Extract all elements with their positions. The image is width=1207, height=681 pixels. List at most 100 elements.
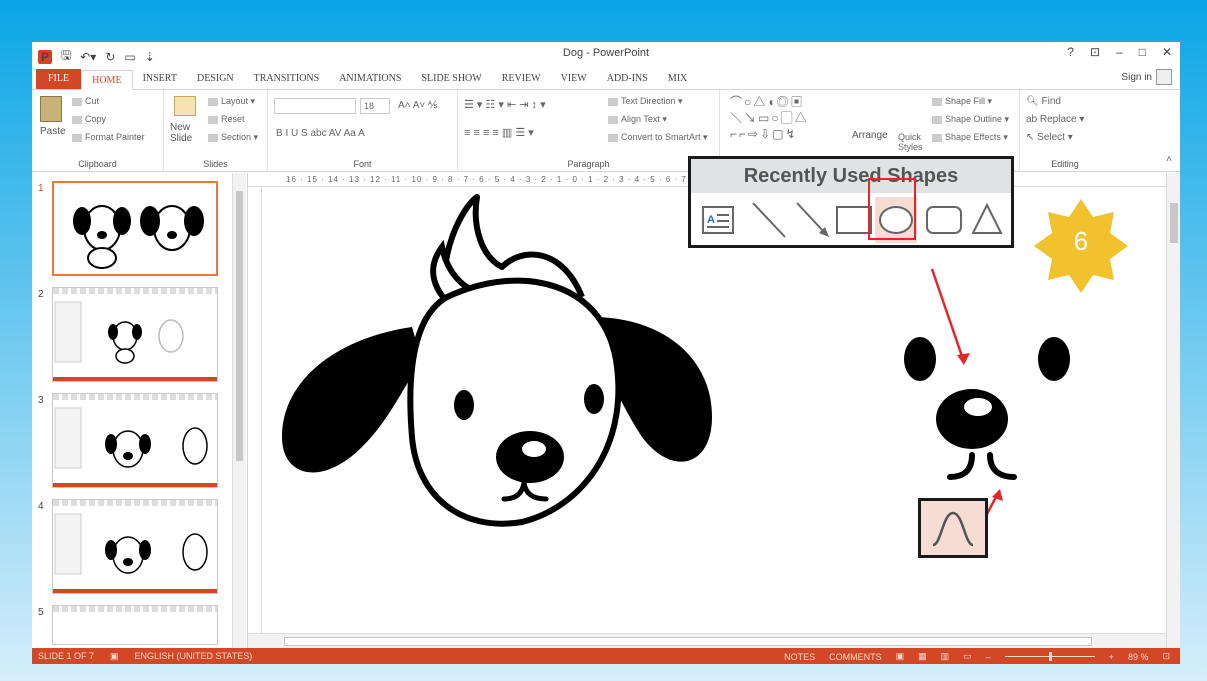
arrow-icon[interactable] [796, 202, 829, 237]
slide-canvas[interactable] [262, 187, 1162, 633]
shape-outline-button[interactable]: Shape Outline ▾ [932, 114, 1009, 125]
part-nose [936, 389, 1008, 449]
slide-number: 3 [38, 395, 44, 406]
clipboard-label: Clipboard [78, 159, 117, 169]
new-slide-icon[interactable] [174, 96, 196, 116]
part-mouth [947, 452, 1017, 480]
editing-group: 🔍︎ Find ab Replace ▾ ↖ Select ▾ Editing [1020, 90, 1110, 172]
slide-thumbnail-5[interactable] [52, 605, 218, 645]
font-family-select[interactable] [274, 98, 356, 114]
convert-smartart-button[interactable]: Convert to SmartArt ▾ [608, 132, 708, 143]
tab-design[interactable]: DESIGN [187, 69, 244, 89]
tab-home[interactable]: HOME [81, 70, 133, 90]
help-button[interactable]: ? [1067, 45, 1074, 59]
triangle-icon[interactable] [971, 202, 1003, 234]
cut-button[interactable]: Cut [72, 96, 99, 106]
tab-slide-show[interactable]: SLIDE SHOW [411, 69, 491, 89]
list-buttons[interactable]: ☰ ▾ ☷ ▾ ⇤ ⇥ ↕ ▾ [464, 98, 546, 111]
fit-slide-icon[interactable]: ⊡ [1162, 651, 1170, 662]
slide-thumbnail-1[interactable] [52, 181, 218, 276]
quick-styles-button[interactable]: Quick Styles [898, 132, 926, 152]
line-icon[interactable] [752, 202, 786, 238]
ribbon-tabs: FILE HOME INSERT DESIGN TRANSITIONS ANIM… [32, 66, 1180, 90]
zoom-slider-knob[interactable] [1048, 652, 1052, 661]
text-box-icon[interactable]: A [702, 206, 734, 234]
shapes-gallery[interactable]: ⌒○△◖◎▣ ＼↘▭○▢△ ⌐⌐⇨⇩▢↯ [730, 94, 840, 142]
comments-button[interactable]: COMMENTS [829, 652, 882, 662]
sign-in[interactable]: Sign in [1121, 69, 1172, 85]
shape-effects-label: Shape Effects [945, 132, 1001, 142]
slideshow-icon[interactable]: ▭ [963, 651, 972, 662]
maximize-button[interactable]: □ [1139, 45, 1146, 59]
reset-button[interactable]: Reset [208, 114, 245, 124]
align-text-button[interactable]: Align Text ▾ [608, 114, 667, 125]
rounded-rectangle-icon[interactable] [926, 206, 962, 234]
slides-group: New Slide Layout ▾ Reset Section ▾ Slide… [164, 90, 268, 172]
curve-icon[interactable] [921, 501, 985, 555]
collapse-ribbon-icon[interactable]: ˄ [1166, 154, 1172, 165]
slide-thumbnail-4[interactable] [52, 499, 218, 594]
close-button[interactable]: ✕ [1162, 45, 1172, 59]
font-size-select[interactable]: 18 [360, 98, 390, 114]
slide-number: 5 [38, 607, 44, 618]
tab-add-ins[interactable]: ADD-INS [597, 69, 658, 89]
new-slide-button[interactable]: New Slide [170, 122, 204, 144]
section-button[interactable]: Section ▾ [208, 132, 258, 143]
zoom-level[interactable]: 89 % [1128, 652, 1149, 662]
powerpoint-window: P 🖫 ↶▾ ↻ ▭ ⇣ Dog - PowerPoint ? ⊡ – □ ✕ … [32, 42, 1180, 664]
arrange-button[interactable]: Arrange [852, 130, 888, 141]
rectangle-icon[interactable] [836, 206, 872, 234]
copy-button[interactable]: Copy [72, 114, 106, 124]
tab-animations[interactable]: ANIMATIONS [329, 69, 411, 89]
alignment-buttons[interactable]: ≡ ≡ ≡ ≡ ▥ ☰ ▾ [464, 126, 534, 139]
text-direction-label: Text Direction [621, 96, 676, 106]
language-indicator[interactable]: ENGLISH (UNITED STATES) [135, 651, 253, 662]
thumb-toolbar [53, 394, 217, 400]
paste-icon[interactable] [40, 96, 62, 122]
zoom-out-button[interactable]: – [986, 652, 991, 662]
font-style-buttons[interactable]: B I U S abc AV Aa A [276, 128, 365, 139]
minimize-button[interactable]: – [1116, 45, 1123, 59]
grow-shrink-font-buttons[interactable]: A˄ A˅ ⅍ [398, 100, 437, 111]
horizontal-scrollbar[interactable] [248, 633, 1166, 648]
text-direction-button[interactable]: Text Direction ▾ [608, 96, 683, 107]
layout-button[interactable]: Layout ▾ [208, 96, 255, 107]
tab-mix[interactable]: MIX [658, 69, 697, 89]
arrow-head [957, 353, 970, 365]
fill-bucket-icon [932, 97, 942, 106]
tab-file[interactable]: FILE [36, 69, 82, 89]
find-button[interactable]: 🔍︎ Find [1026, 96, 1061, 107]
slide-sorter-icon[interactable]: ▦ [918, 651, 927, 662]
replace-button[interactable]: ab Replace ▾ [1026, 114, 1084, 125]
zoom-in-button[interactable]: + [1109, 652, 1114, 662]
spell-check-icon[interactable]: ▣ [110, 651, 119, 662]
notes-button[interactable]: NOTES [784, 652, 815, 662]
tab-review[interactable]: REVIEW [492, 69, 551, 89]
paste-button[interactable]: Paste [40, 126, 66, 137]
vertical-scrollbar[interactable] [1166, 173, 1180, 648]
slide-thumbnail-2[interactable] [52, 287, 218, 382]
scrollbar-thumb[interactable] [284, 637, 1092, 646]
svg-text:A: A [707, 214, 715, 226]
normal-view-icon[interactable]: ▣ [896, 651, 905, 662]
shape-fill-button[interactable]: Shape Fill ▾ [932, 96, 992, 107]
scrollbar-thumb[interactable] [1170, 203, 1178, 243]
avatar[interactable] [1156, 69, 1172, 85]
ribbon-display-options-button[interactable]: ⊡ [1090, 45, 1100, 59]
reading-view-icon[interactable]: ▥ [941, 651, 950, 662]
tab-view[interactable]: VIEW [551, 69, 597, 89]
sign-in-link[interactable]: Sign in [1121, 72, 1152, 83]
scrollbar-thumb[interactable] [236, 191, 243, 461]
shape-fill-label: Shape Fill [945, 96, 986, 106]
tab-insert[interactable]: INSERT [133, 69, 187, 89]
shape-effects-button[interactable]: Shape Effects ▾ [932, 132, 1008, 143]
tab-transitions[interactable]: TRANSITIONS [244, 69, 330, 89]
slide-thumbnail-3[interactable] [52, 393, 218, 488]
zoom-slider[interactable] [1004, 652, 1095, 661]
slides-panel-scrollbar[interactable] [232, 173, 246, 648]
paragraph-group: ☰ ▾ ☷ ▾ ⇤ ⇥ ↕ ▾ ≡ ≡ ≡ ≡ ▥ ☰ ▾ Text Direc… [458, 90, 720, 172]
format-painter-button[interactable]: Format Painter [72, 132, 145, 142]
brush-icon [72, 133, 82, 142]
select-button[interactable]: ↖ Select ▾ [1026, 132, 1073, 143]
section-label: Section [221, 132, 252, 142]
